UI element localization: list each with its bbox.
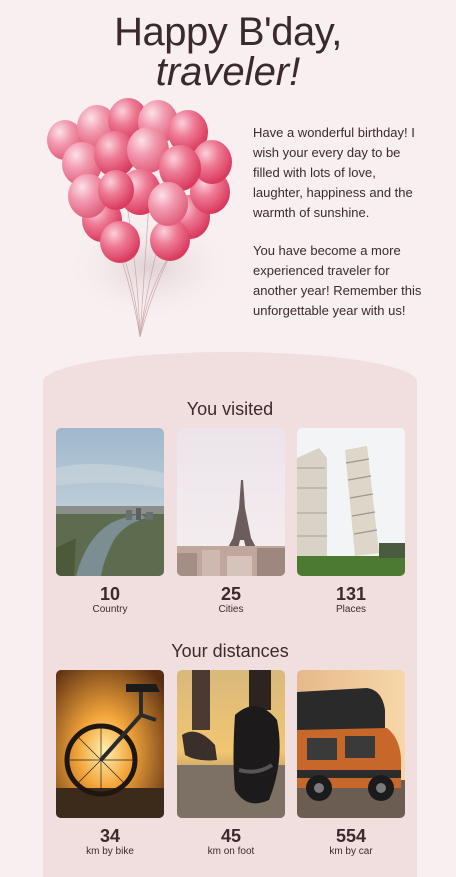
distance-car-label: km by car (329, 846, 373, 857)
greeting-paragraph-2: You have become a more experienced trave… (253, 243, 422, 318)
distance-bike-label: km by bike (86, 846, 134, 857)
greeting-paragraph-1: Have a wonderful birthday! I wish your e… (253, 125, 415, 220)
visited-places-value: 131 (335, 584, 367, 604)
distance-bike-value: 34 (99, 826, 121, 846)
page-title: Happy B'day, traveler! (0, 10, 456, 92)
leaning-tower-pisa-image (297, 428, 405, 576)
birthday-email: Happy B'day, traveler! Have a wonderful … (0, 0, 456, 877)
aerial-city-river-image (56, 428, 164, 576)
visited-title: You visited (186, 399, 274, 419)
bicycle-wheel-sunset-image (56, 670, 164, 818)
title-line-2: traveler! (155, 50, 301, 94)
visited-cities-value: 25 (220, 584, 242, 604)
running-shoes-image (177, 670, 285, 818)
distances-title: Your distances (171, 641, 289, 661)
pink-balloons-image (47, 98, 235, 338)
visited-country-label: Country (92, 604, 128, 615)
distance-car-value: 554 (335, 826, 367, 846)
visited-country-value: 10 (99, 584, 121, 604)
visited-places-label: Places (335, 604, 366, 615)
distance-foot-value: 45 (220, 826, 242, 846)
distance-foot-label: km on foot (207, 846, 255, 857)
title-line-1: Happy B'day, (114, 10, 342, 54)
greeting-text: Have a wonderful birthday! I wish your e… (253, 123, 423, 321)
orange-camper-van-image (297, 670, 405, 818)
visited-cities-label: Cities (218, 604, 244, 615)
eiffel-tower-image (177, 428, 285, 576)
